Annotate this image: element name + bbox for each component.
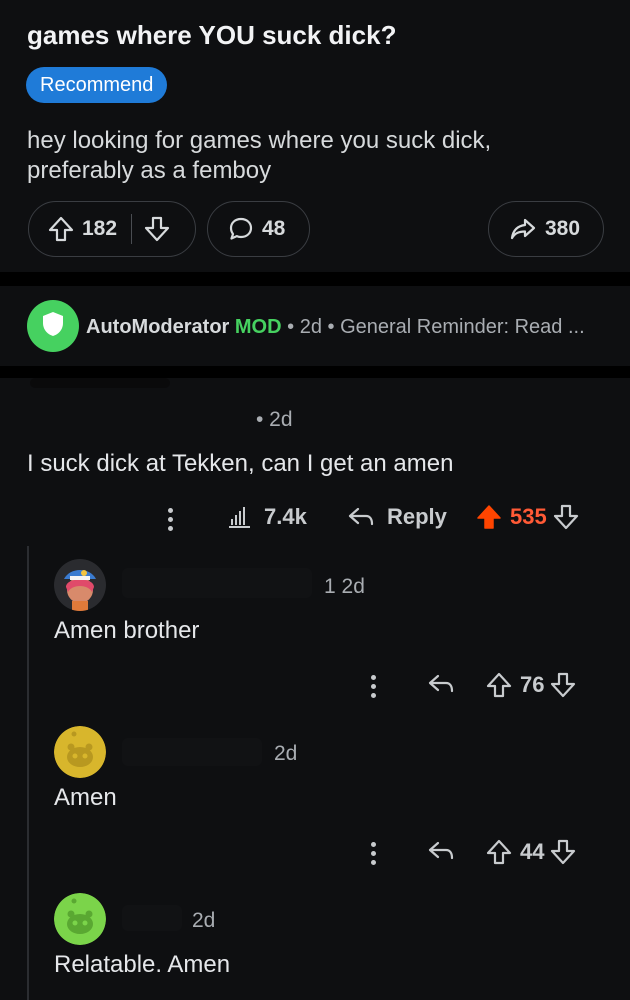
redacted-username	[122, 568, 312, 598]
meta-separator: •	[287, 316, 295, 338]
comment-thread: • 2d I suck dick at Tekken, can I get an…	[0, 378, 630, 1000]
comment-meta: 2d	[192, 909, 216, 932]
share-arrow-icon	[509, 216, 537, 242]
redacted-username	[122, 738, 262, 766]
comment-text: I suck dick at Tekken, can I get an amen	[27, 450, 454, 477]
reply-arrow-icon	[347, 505, 375, 529]
post-body: hey looking for games where you suck dic…	[27, 127, 492, 184]
section-divider	[0, 272, 630, 286]
section-divider	[0, 366, 630, 378]
comment-meta: 2d	[274, 742, 298, 765]
comment-score: 76	[520, 672, 545, 697]
comment-score: 44	[520, 839, 545, 864]
vote-divider	[131, 214, 133, 244]
reply-button[interactable]	[427, 672, 455, 696]
comment-vote: 76	[486, 672, 576, 698]
downvote-icon[interactable]	[550, 672, 576, 698]
avatar[interactable]	[54, 726, 106, 778]
comment-vote: 44	[486, 839, 576, 865]
reply-button[interactable]: Reply	[347, 504, 447, 530]
meta-separator: •	[327, 316, 335, 338]
post-title[interactable]: games where YOU suck dick?	[27, 20, 396, 51]
downvote-icon[interactable]	[550, 839, 576, 865]
comment-text: Relatable. Amen	[54, 951, 231, 978]
downvote-icon[interactable]	[553, 504, 579, 530]
avatar[interactable]	[54, 559, 106, 611]
comment-score: 535	[510, 504, 547, 529]
reply-button[interactable]	[427, 839, 455, 863]
thread-line	[27, 546, 29, 1000]
post-card: games where YOU suck dick? Recommend hey…	[0, 0, 630, 272]
automod-username[interactable]: AutoModerator	[86, 316, 229, 338]
comment-vote: 535	[476, 504, 579, 530]
downvote-icon[interactable]	[144, 215, 170, 243]
comments-button[interactable]: 48	[207, 201, 310, 257]
shield-icon	[41, 310, 65, 343]
share-count: 380	[545, 217, 581, 240]
comment-text: Amen brother	[54, 617, 200, 644]
automod-comment-collapsed[interactable]: AutoModerator MOD • 2d • General Reminde…	[0, 286, 630, 366]
upvote-icon[interactable]	[486, 672, 512, 698]
more-options-icon[interactable]	[168, 508, 174, 535]
automod-meta: AutoModerator MOD • 2d • General Reminde…	[86, 316, 585, 339]
avatar[interactable]	[54, 893, 106, 945]
upvote-filled-icon[interactable]	[476, 504, 502, 530]
automod-avatar	[27, 300, 79, 352]
more-options-icon[interactable]	[371, 842, 377, 869]
upvote-icon[interactable]	[48, 215, 74, 243]
vote-bar: 182	[28, 201, 196, 257]
comment-count: 48	[262, 217, 286, 240]
upvote-count: 182	[82, 217, 118, 240]
comment-text: Amen	[54, 784, 117, 811]
views-stat: 7.4k	[226, 504, 307, 530]
redacted-username	[30, 378, 170, 388]
more-options-icon[interactable]	[371, 675, 377, 702]
reply-label: Reply	[387, 504, 447, 529]
reply-arrow-icon	[427, 672, 455, 696]
post-flair[interactable]: Recommend	[26, 67, 168, 103]
mod-badge: MOD	[234, 316, 282, 338]
automod-preview: General Reminder: Read ...	[340, 316, 585, 338]
comment-meta: 1 2d	[324, 575, 365, 598]
reply-arrow-icon	[427, 839, 455, 863]
views-count: 7.4k	[264, 504, 307, 529]
bar-chart-icon	[226, 505, 252, 529]
share-button[interactable]: 380	[488, 201, 604, 257]
redacted-username	[122, 905, 182, 931]
upvote-icon[interactable]	[486, 839, 512, 865]
automod-age: 2d	[299, 316, 322, 338]
comment-meta: • 2d	[256, 408, 293, 431]
comment-bubble-icon	[228, 216, 254, 242]
